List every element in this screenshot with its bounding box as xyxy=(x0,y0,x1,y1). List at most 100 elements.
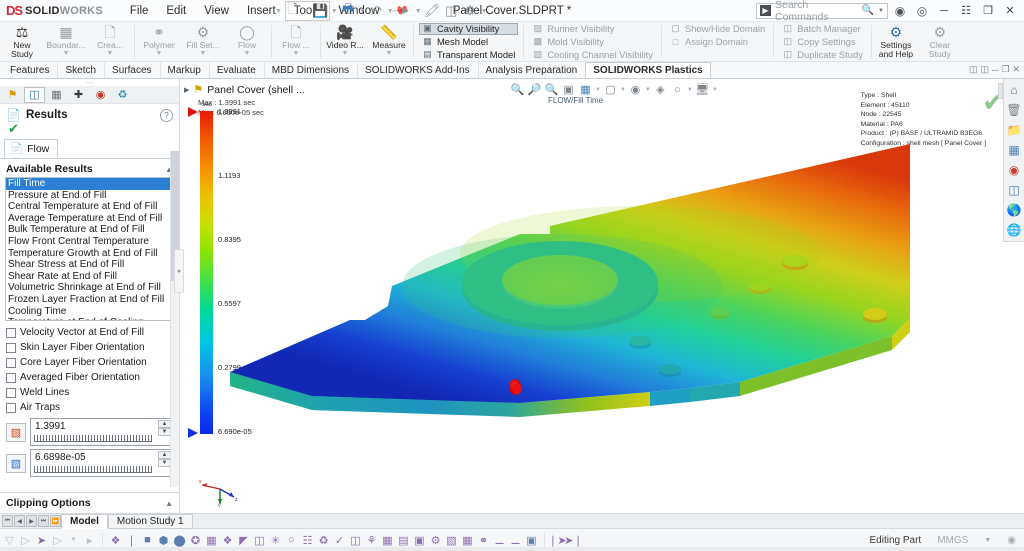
select-screen-icon[interactable]: ▣ xyxy=(524,533,539,548)
checkbox-icon[interactable] xyxy=(6,328,16,338)
duplicate-study-button[interactable]: ◫ Duplicate Study xyxy=(779,48,866,61)
design-library-icon[interactable]: 🗑 xyxy=(1005,101,1023,119)
runner-visibility-toggle[interactable]: ▨ Runner Visibility xyxy=(529,23,656,36)
mesh-model-toggle[interactable]: ▦ Mesh Model xyxy=(419,35,518,48)
select-axis-icon[interactable]: ✪ xyxy=(188,533,203,548)
hide-show-icon[interactable]: ◈ xyxy=(653,82,668,97)
appearance-icon[interactable]: ○ xyxy=(670,82,685,97)
zoom-to-area-icon[interactable]: 🔎 xyxy=(527,82,542,97)
units-label[interactable]: MMGS xyxy=(937,535,968,546)
custom-properties-icon[interactable]: ◫ xyxy=(1005,181,1023,199)
result-list-item[interactable]: Volumetric Shrinkage at End of Fill xyxy=(6,282,173,294)
options-icon[interactable]: ⚙ xyxy=(461,2,480,21)
next-tab-icon[interactable]: ▶ xyxy=(26,515,37,527)
doc-close-icon[interactable]: ✕ xyxy=(1012,64,1020,75)
help-icon[interactable]: ? xyxy=(160,109,173,122)
select-arc-icon[interactable]: ○ xyxy=(284,533,299,548)
new-document-icon[interactable]: 🗋 xyxy=(283,2,302,21)
file-explorer-icon[interactable]: 📁 xyxy=(1005,121,1023,139)
menu-view[interactable]: View xyxy=(195,1,238,21)
select-icon[interactable]: ➤ xyxy=(395,2,414,21)
filter-caret-icon[interactable]: ▼ xyxy=(66,533,81,548)
search-input[interactable]: ▶ Search Commands 🔍 ▼ xyxy=(756,3,888,19)
clipping-options-header[interactable]: Clipping Options ▲ xyxy=(0,492,179,513)
select-mesh-icon[interactable]: ▤ xyxy=(396,533,411,548)
motion-study-tab[interactable]: Motion Study 1 xyxy=(108,514,193,529)
chevron-down-icon[interactable]: ▼ xyxy=(687,87,693,93)
minimize-button[interactable]: ─ xyxy=(934,2,954,20)
home-icon[interactable]: ⌂ xyxy=(1005,81,1023,99)
select-image-icon[interactable]: ▦ xyxy=(460,533,475,548)
select-arrow-icon[interactable]: ▷ xyxy=(50,533,65,548)
checkbox-icon[interactable] xyxy=(6,343,16,353)
search-dropdown-icon[interactable]: ▼ xyxy=(878,8,884,14)
result-list-item[interactable]: Pressure at End of Fill xyxy=(6,190,173,202)
filter-active-icon[interactable]: ➤ xyxy=(34,533,49,548)
select-sketch-icon[interactable]: ◤ xyxy=(236,533,251,548)
restore-button[interactable]: ☷ xyxy=(956,2,976,20)
min-value-spinner[interactable]: 6.6898e-05 ▲▼ xyxy=(30,449,173,477)
select-prev-icon[interactable]: ❘➤ xyxy=(550,533,565,548)
chevron-down-icon[interactable]: ▼ xyxy=(712,87,718,93)
chevron-down-icon[interactable]: ▼ xyxy=(595,87,601,93)
zoom-to-fit-icon[interactable]: 🔍 xyxy=(510,82,525,97)
mold-visibility-toggle[interactable]: ▩ Mold Visibility xyxy=(529,35,656,48)
menu-file[interactable]: File xyxy=(121,1,158,21)
previous-view-icon[interactable]: ▣ xyxy=(561,82,576,97)
result-option-checkbox[interactable]: Velocity Vector at End of Fill xyxy=(6,325,173,340)
legend-min-marker[interactable] xyxy=(188,428,198,438)
print-document-icon[interactable]: 🖶 xyxy=(339,2,358,21)
select-block-icon[interactable]: ▧ xyxy=(444,533,459,548)
panel-splitter-handle[interactable]: ● xyxy=(174,249,184,293)
batch-manager-button[interactable]: ◫ Batch Manager xyxy=(779,23,866,36)
menu-edit[interactable]: Edit xyxy=(157,1,195,21)
tab-markup[interactable]: Markup xyxy=(160,62,209,78)
chevron-down-icon[interactable]: ▼ xyxy=(620,87,626,93)
graphics-viewport[interactable]: ▶ ⚑ Panel Cover (shell ... Max : 1.3991 … xyxy=(180,79,1024,513)
fill-settings-button[interactable]: ⚙ Fill Set... ▼ xyxy=(181,22,225,61)
legend-max-marker[interactable] xyxy=(188,107,198,117)
tab-solidworks-add-ins[interactable]: SOLIDWORKS Add-Ins xyxy=(357,62,477,78)
result-list-item[interactable]: Bulk Temperature at End of Fill xyxy=(6,224,173,236)
select-surface-icon[interactable]: ▦ xyxy=(380,533,395,548)
select-annotation-icon[interactable]: ☷ xyxy=(300,533,315,548)
cavity-visibility-toggle[interactable]: ▣ Cavity Visibility xyxy=(419,23,518,36)
feature-tree-tab[interactable]: ⚑ xyxy=(2,87,23,103)
file-properties-icon[interactable]: ◫ xyxy=(442,2,461,21)
view-settings-icon[interactable]: 🖥 xyxy=(695,82,710,97)
select-magnify-icon[interactable]: ⚙ xyxy=(428,533,443,548)
dimxpert-tab[interactable]: ✚ xyxy=(68,87,89,103)
section-view-icon[interactable]: ▦ xyxy=(578,82,593,97)
select-point-icon[interactable]: ❖ xyxy=(220,533,235,548)
save-document-icon[interactable]: 💾 xyxy=(311,2,330,21)
zoom-in-out-icon[interactable]: 🔍 xyxy=(544,82,559,97)
tile-icon[interactable]: ◫ xyxy=(969,64,978,75)
cascade-icon[interactable]: ◫ xyxy=(980,64,989,75)
checkbox-icon[interactable] xyxy=(6,388,16,398)
view-orientation-icon[interactable]: ▢ xyxy=(603,82,618,97)
select-weld-icon[interactable]: ⚘ xyxy=(364,533,379,548)
flyout-feature-tree[interactable]: ▶ ⚑ Panel Cover (shell ... xyxy=(184,83,305,96)
filter-icon[interactable]: ▽ xyxy=(2,533,17,548)
select-chart-icon[interactable]: ▣ xyxy=(412,533,427,548)
select-solid-icon[interactable]: ⬤ xyxy=(172,533,187,548)
polymer-button[interactable]: ⚭ Polymer ▼ xyxy=(137,22,181,61)
filter-off-icon[interactable]: ▷ xyxy=(18,533,33,548)
display-manager-tab[interactable]: ◉ xyxy=(90,87,111,103)
property-manager-tab[interactable]: ◫ xyxy=(24,87,45,103)
min-value-slider[interactable] xyxy=(34,466,152,473)
flow-results-button[interactable]: 🗋 Flow ... ▼ xyxy=(274,22,318,61)
create-button[interactable]: 🗋 Crea... ▼ xyxy=(88,22,132,61)
tab-flow[interactable]: 📄 Flow xyxy=(4,139,58,158)
configuration-manager-tab[interactable]: ▦ xyxy=(46,87,67,103)
panel-scrollbar[interactable] xyxy=(170,151,179,487)
result-list-item[interactable]: Cooling Time xyxy=(6,306,173,318)
chevron-down-icon[interactable]: ▼ xyxy=(984,537,991,544)
tab-surfaces[interactable]: Surfaces xyxy=(104,62,159,78)
3dexperience-icon[interactable]: 🌐 xyxy=(1005,221,1023,239)
result-list-item[interactable]: Central Temperature at End of Fill xyxy=(6,201,173,213)
tab-solidworks-plastics[interactable]: SOLIDWORKS Plastics xyxy=(585,62,710,78)
select-link-icon[interactable]: ⚭ xyxy=(476,533,491,548)
result-option-checkbox[interactable]: Core Layer Fiber Orientation xyxy=(6,355,173,370)
select-toggle-icon[interactable]: ⚊ xyxy=(492,533,507,548)
